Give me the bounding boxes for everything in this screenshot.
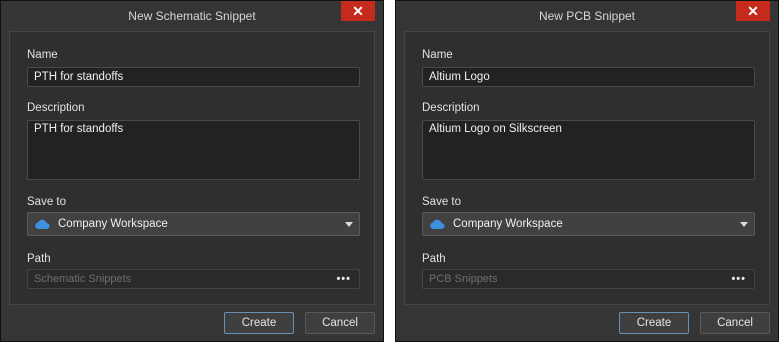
save-to-dropdown[interactable]: Company Workspace (27, 212, 360, 236)
browse-button[interactable]: ••• (731, 270, 746, 288)
name-value: Altium Logo (429, 71, 490, 83)
name-label: Name (422, 49, 453, 61)
create-button[interactable]: Create (619, 312, 689, 334)
path-label: Path (422, 253, 446, 265)
close-button[interactable]: ✕ (736, 1, 770, 21)
save-to-label: Save to (27, 196, 66, 208)
browse-button[interactable]: ••• (336, 270, 351, 288)
dialog-title: New PCB Snippet (538, 9, 636, 23)
chevron-down-icon (740, 222, 748, 227)
cloud-icon (430, 219, 445, 229)
path-value: Schematic Snippets (34, 273, 132, 285)
cloud-icon (35, 219, 50, 229)
name-value: PTH for standoffs (34, 71, 124, 83)
name-field[interactable]: Altium Logo (422, 67, 755, 87)
description-field[interactable]: Altium Logo on Silkscreen (422, 120, 755, 180)
description-value: PTH for standoffs (34, 123, 124, 135)
cancel-button[interactable]: Cancel (305, 312, 375, 334)
new-schematic-snippet-dialog: New Schematic Snippet ✕ Name PTH for sta… (0, 0, 384, 342)
close-icon: ✕ (352, 3, 364, 19)
new-pcb-snippet-dialog: New PCB Snippet ✕ Name Altium Logo Descr… (395, 0, 779, 342)
create-button[interactable]: Create (224, 312, 294, 334)
description-label: Description (27, 102, 85, 114)
description-label: Description (422, 102, 480, 114)
name-label: Name (27, 49, 58, 61)
save-to-dropdown[interactable]: Company Workspace (422, 212, 755, 236)
save-to-value: Company Workspace (58, 218, 168, 230)
name-field[interactable]: PTH for standoffs (27, 67, 360, 87)
cancel-button[interactable]: Cancel (700, 312, 770, 334)
save-to-label: Save to (422, 196, 461, 208)
description-value: Altium Logo on Silkscreen (429, 123, 562, 135)
close-icon: ✕ (747, 3, 759, 19)
path-field: PCB Snippets ••• (422, 269, 755, 289)
description-field[interactable]: PTH for standoffs (27, 120, 360, 180)
save-to-value: Company Workspace (453, 218, 563, 230)
path-field: Schematic Snippets ••• (27, 269, 360, 289)
dialog-body: Name PTH for standoffs Description PTH f… (9, 31, 375, 305)
close-button[interactable]: ✕ (341, 1, 375, 21)
dialog-body: Name Altium Logo Description Altium Logo… (404, 31, 770, 305)
dialog-title: New Schematic Snippet (128, 9, 256, 23)
path-value: PCB Snippets (429, 273, 498, 285)
chevron-down-icon (345, 222, 353, 227)
path-label: Path (27, 253, 51, 265)
